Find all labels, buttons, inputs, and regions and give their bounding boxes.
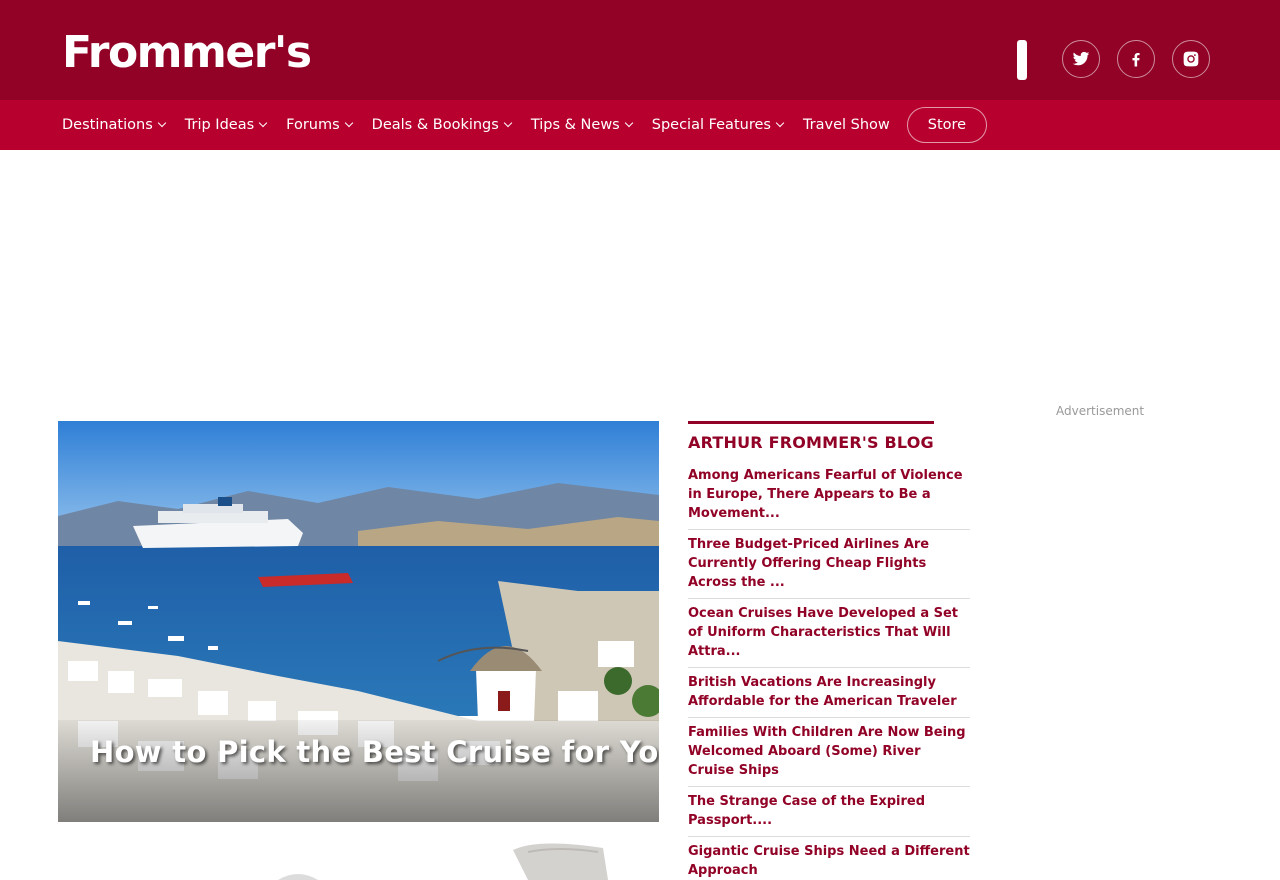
- blog-heading: ARTHUR FROMMER'S BLOG: [688, 421, 934, 452]
- facebook-icon: [1132, 53, 1140, 67]
- chevron-down-icon: [258, 118, 268, 127]
- hero-title[interactable]: How to Pick the Best Cruise for You: [90, 735, 659, 769]
- blog-item[interactable]: British Vacations Are Increasingly Affor…: [688, 668, 970, 718]
- frommer-blog-section: ARTHUR FROMMER'S BLOG Among Americans Fe…: [688, 421, 970, 880]
- nav-travel-show[interactable]: Travel Show: [803, 117, 890, 133]
- blog-item[interactable]: Families With Children Are Now Being Wel…: [688, 718, 970, 787]
- frommers-logo[interactable]: Frommer's: [62, 28, 314, 78]
- chevron-down-icon: [157, 118, 167, 127]
- blog-item[interactable]: Ocean Cruises Have Developed a Set of Un…: [688, 599, 970, 668]
- search-input[interactable]: [1017, 40, 1027, 80]
- instagram-icon: [1183, 51, 1199, 67]
- chevron-down-icon: [775, 118, 785, 127]
- nav-tips-news[interactable]: Tips & News: [530, 117, 633, 133]
- site-header: Frommer's: [0, 0, 1280, 100]
- article-card-partial[interactable]: [58, 840, 659, 880]
- nav-label: Special Features: [651, 117, 771, 133]
- blog-list: Among Americans Fearful of Violence in E…: [688, 466, 970, 880]
- nav-label: Deals & Bookings: [371, 117, 499, 133]
- nav-label: Trip Ideas: [184, 117, 255, 133]
- chevron-down-icon: [624, 118, 633, 127]
- twitter-icon: [1072, 51, 1090, 66]
- twitter-link[interactable]: [1062, 40, 1100, 78]
- logo-text: Frommer's: [62, 27, 312, 78]
- chevron-down-icon: [344, 118, 353, 127]
- blog-item[interactable]: Gigantic Cruise Ships Need a Different A…: [688, 837, 970, 880]
- article-image: [278, 843, 608, 880]
- chevron-down-icon: [503, 118, 513, 127]
- instagram-link[interactable]: [1172, 40, 1210, 78]
- nav-label: Tips & News: [530, 117, 620, 133]
- blog-item[interactable]: Three Budget-Priced Airlines Are Current…: [688, 530, 970, 599]
- nav-label: Destinations: [62, 117, 153, 133]
- main-nav: Destinations Trip Ideas Forums Deals & B…: [0, 100, 1280, 150]
- nav-trip-ideas[interactable]: Trip Ideas: [184, 117, 268, 133]
- advertisement-label: Advertisement: [1056, 404, 1145, 418]
- nav-forums[interactable]: Forums: [286, 117, 353, 133]
- nav-deals-bookings[interactable]: Deals & Bookings: [371, 117, 513, 133]
- blog-item[interactable]: The Strange Case of the Expired Passport…: [688, 787, 970, 837]
- facebook-link[interactable]: [1117, 40, 1155, 78]
- blog-item[interactable]: Among Americans Fearful of Violence in E…: [688, 466, 970, 530]
- nav-label: Forums: [286, 117, 340, 133]
- hero-article-card[interactable]: How to Pick the Best Cruise for You: [58, 421, 659, 822]
- nav-label: Travel Show: [802, 117, 890, 133]
- nav-destinations[interactable]: Destinations: [62, 117, 167, 133]
- nav-special-features[interactable]: Special Features: [651, 117, 785, 133]
- store-button[interactable]: Store: [906, 107, 988, 143]
